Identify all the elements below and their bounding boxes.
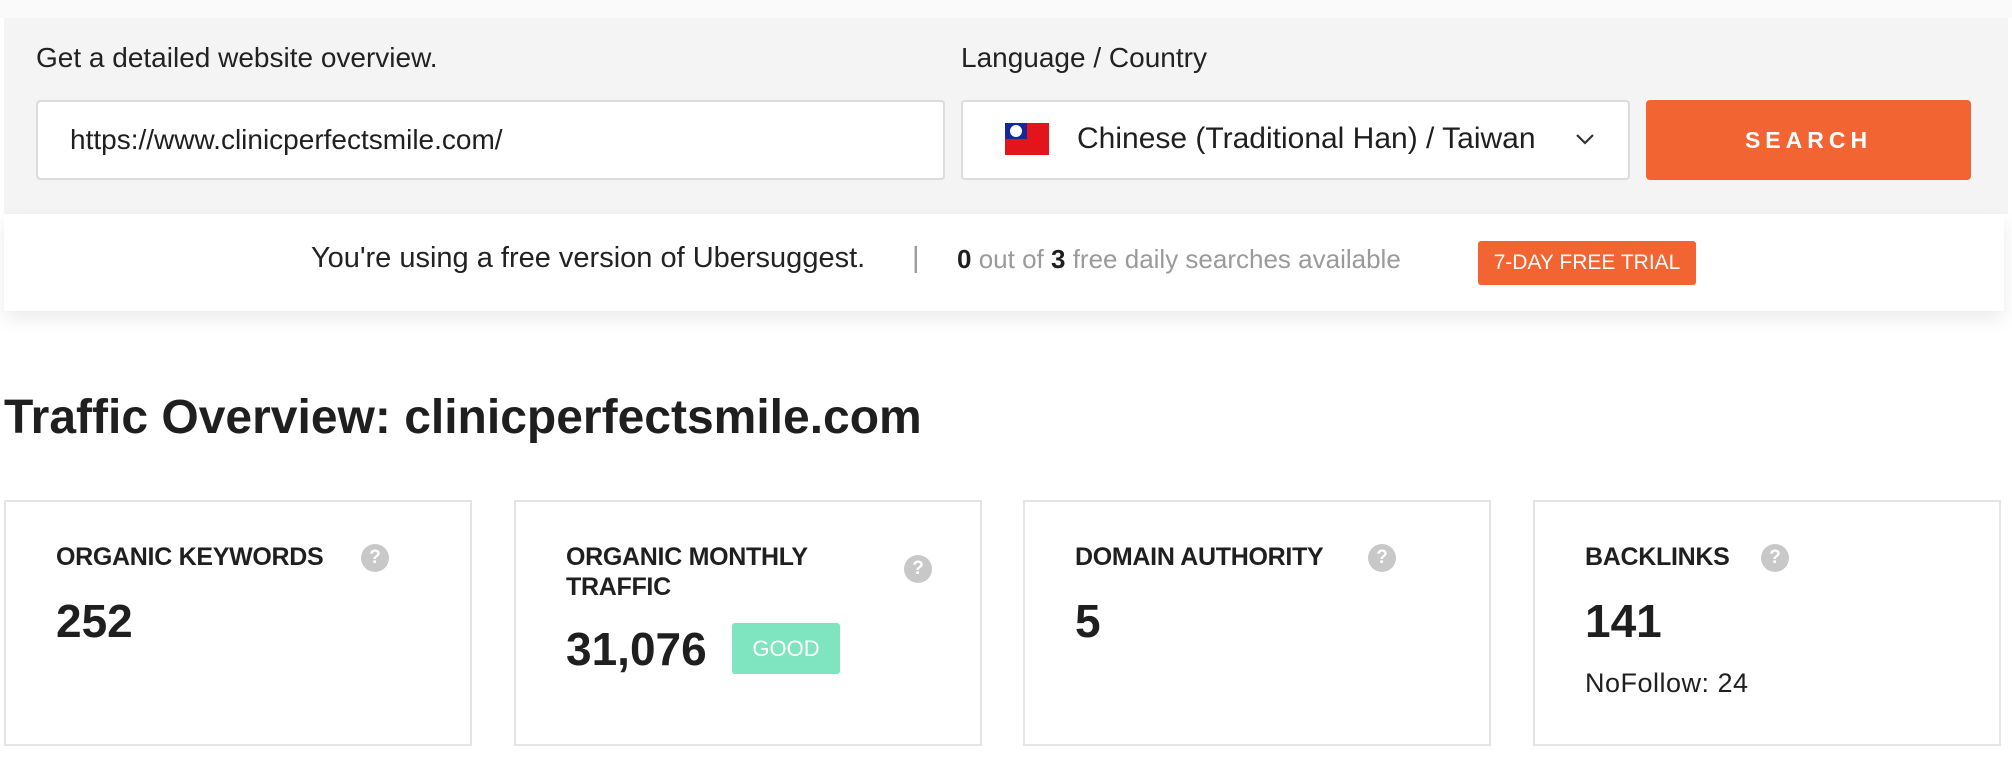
quota-total: 3 <box>1051 244 1066 274</box>
page-title-label: Traffic Overview: <box>4 391 391 444</box>
organic-traffic-card[interactable]: ORGANIC MONTHLY TRAFFIC ? 31,076 GOOD <box>514 500 982 746</box>
top-strip <box>0 0 2012 18</box>
organic-traffic-label-line1: ORGANIC MONTHLY <box>566 543 808 571</box>
help-icon[interactable]: ? <box>361 544 389 572</box>
url-field-label: Get a detailed website overview. <box>36 42 438 73</box>
page-title-domain: clinicperfectsmile.com <box>404 391 922 444</box>
free-version-notice: You're using a free version of Ubersugge… <box>4 214 2004 311</box>
nofollow-count: NoFollow: 24 <box>1585 668 1749 698</box>
taiwan-flag-icon <box>1005 123 1049 155</box>
organic-traffic-label-line2: TRAFFIC <box>566 573 671 601</box>
backlinks-card[interactable]: BACKLINKS ? 141 NoFollow: 24 <box>1533 500 2001 746</box>
organic-keywords-card[interactable]: ORGANIC KEYWORDS ? 252 <box>4 500 472 746</box>
domain-authority-card[interactable]: DOMAIN AUTHORITY ? 5 <box>1023 500 1491 746</box>
quota-out-of: out of <box>978 244 1044 274</box>
organic-keywords-value: 252 <box>56 595 133 647</box>
language-country-value: Chinese (Traditional Han) / Taiwan <box>1077 122 1536 155</box>
quota-used: 0 <box>957 244 972 274</box>
help-icon[interactable]: ? <box>1368 544 1396 572</box>
organic-keywords-label: ORGANIC KEYWORDS <box>56 543 324 571</box>
organic-traffic-value: 31,076 <box>566 623 707 675</box>
backlinks-label: BACKLINKS <box>1585 543 1730 571</box>
domain-authority-label: DOMAIN AUTHORITY <box>1075 543 1324 571</box>
help-icon[interactable]: ? <box>1761 544 1789 572</box>
language-field-label: Language / Country <box>961 42 1207 73</box>
page-title: Traffic Overview: clinicperfectsmile.com <box>4 390 922 445</box>
search-quota: 0 out of 3 free daily searches available <box>957 244 1401 275</box>
domain-authority-value: 5 <box>1075 595 1101 647</box>
url-input[interactable] <box>36 100 945 180</box>
free-trial-button[interactable]: 7-DAY FREE TRIAL <box>1478 241 1696 285</box>
search-button[interactable]: SEARCH <box>1646 100 1971 180</box>
free-version-text: You're using a free version of Ubersugge… <box>311 242 866 274</box>
quota-suffix: free daily searches available <box>1072 244 1401 274</box>
help-icon[interactable]: ? <box>904 555 932 583</box>
backlinks-value: 141 <box>1585 595 1662 647</box>
chevron-down-icon <box>1576 134 1594 145</box>
language-country-select[interactable]: Chinese (Traditional Han) / Taiwan <box>961 100 1630 180</box>
status-badge: GOOD <box>732 623 840 674</box>
organic-traffic-label: ORGANIC MONTHLY TRAFFIC <box>566 542 808 602</box>
notice-separator: | <box>912 242 920 274</box>
